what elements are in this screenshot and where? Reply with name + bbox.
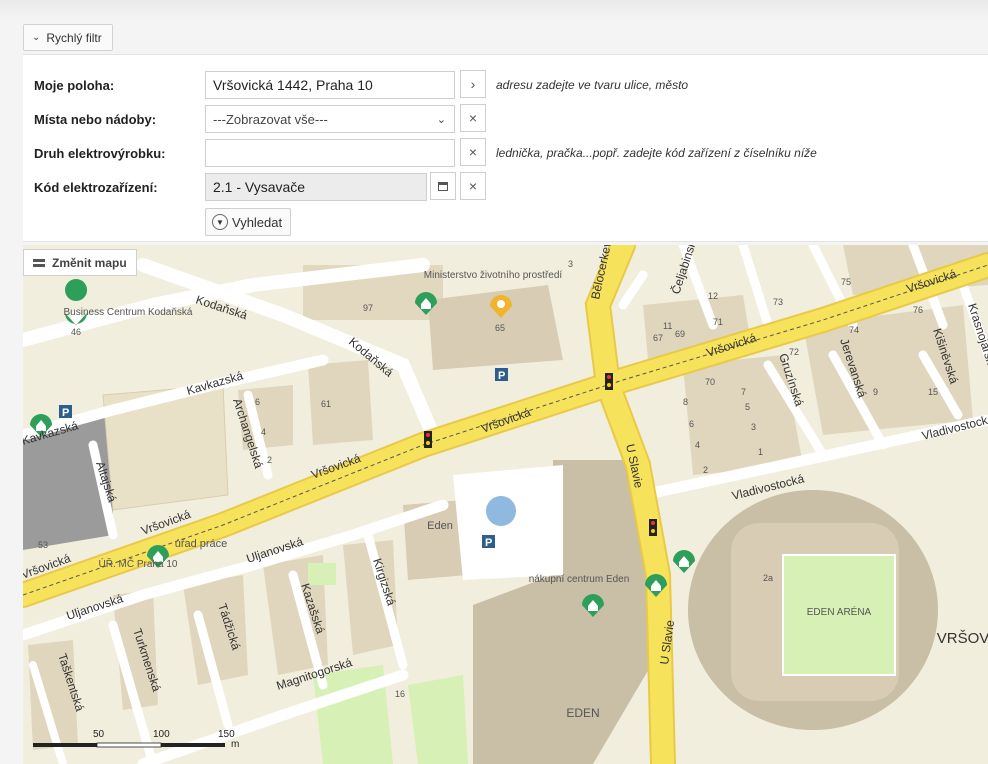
house-number: 7 bbox=[741, 387, 746, 397]
close-icon: × bbox=[468, 144, 478, 160]
house-number: 4 bbox=[695, 440, 700, 450]
place-eden: Eden bbox=[427, 520, 453, 532]
location-label: Moje poloha: bbox=[34, 77, 115, 93]
house-number: 8 bbox=[683, 397, 688, 407]
product-label: Druh elektrovýrobku: bbox=[34, 145, 166, 161]
change-map-label: Změnit mapu bbox=[52, 255, 127, 270]
places-select[interactable]: ---Zobrazovat vše--- ⌄ bbox=[205, 105, 455, 133]
house-number: 3 bbox=[751, 422, 756, 432]
house-number: 6 bbox=[255, 397, 260, 407]
code-value: 2.1 - Vysavače bbox=[213, 179, 306, 195]
svg-text:P: P bbox=[498, 370, 505, 382]
house-number: 72 bbox=[789, 347, 799, 357]
row-code: Kód elektrozařízení: 2.1 - Vysavače × bbox=[23, 172, 988, 202]
product-clear-button[interactable]: × bbox=[460, 138, 486, 166]
chevron-down-icon: ⌄ bbox=[436, 114, 446, 126]
places-clear-button[interactable]: × bbox=[460, 104, 486, 132]
house-number: 6 bbox=[689, 419, 694, 429]
change-map-button[interactable]: Změnit mapu bbox=[23, 249, 137, 276]
filter-panel: Moje poloha: Vršovická 1442, Praha 10 › … bbox=[23, 54, 988, 242]
house-number: 1 bbox=[758, 447, 763, 457]
row-product: Druh elektrovýrobku: × lednička, pračka.… bbox=[23, 138, 988, 168]
house-number: 75 bbox=[841, 277, 851, 287]
house-number: 12 bbox=[708, 291, 718, 301]
house-number: 16 bbox=[395, 689, 405, 699]
places-value: ---Zobrazovat vše--- bbox=[213, 111, 328, 127]
water-pond bbox=[486, 496, 516, 526]
location-go-button[interactable]: › bbox=[460, 70, 486, 98]
quick-filter-label: Rychlý filtr bbox=[46, 30, 102, 45]
quick-filter-toggle[interactable]: ⌄ Rychlý filtr bbox=[23, 24, 113, 51]
layers-icon bbox=[33, 258, 45, 267]
house-number: 53 bbox=[38, 540, 48, 550]
row-places: Místa nebo nádoby: ---Zobrazovat vše--- … bbox=[23, 104, 988, 134]
location-input[interactable]: Vršovická 1442, Praha 10 bbox=[205, 71, 455, 99]
calendar-icon bbox=[438, 181, 448, 191]
row-location: Moje poloha: Vršovická 1442, Praha 10 › … bbox=[23, 70, 988, 100]
house-number: 69 bbox=[675, 329, 685, 339]
house-number: 97 bbox=[363, 303, 373, 313]
house-number: 67 bbox=[653, 333, 663, 343]
map-canvas: P P P Kodaňská Kodaňská Kavkazská Kavkaz… bbox=[23, 245, 988, 764]
house-number: 61 bbox=[321, 399, 331, 409]
chevron-right-icon: › bbox=[470, 76, 476, 92]
code-label: Kód elektrozařízení: bbox=[34, 179, 158, 195]
code-picker-button[interactable] bbox=[430, 172, 456, 200]
svg-text:P: P bbox=[62, 407, 69, 419]
code-clear-button[interactable]: × bbox=[460, 172, 486, 200]
house-number: 11 bbox=[663, 321, 672, 331]
scale-50: 50 bbox=[93, 729, 105, 740]
location-hint: adresu zadejte ve tvaru ulice, město bbox=[496, 78, 689, 92]
place-eden-area: EDEN bbox=[566, 706, 599, 720]
house-number: 3 bbox=[568, 259, 573, 269]
product-input[interactable] bbox=[205, 139, 455, 167]
place-urad-prace: úřad práce bbox=[175, 538, 228, 550]
place-um-praha: ÚŘ. MČ Praha 10 bbox=[99, 557, 178, 570]
house-number: 2a bbox=[763, 573, 773, 583]
house-number: 4 bbox=[261, 427, 266, 437]
house-number: 9 bbox=[873, 387, 878, 397]
house-number: 76 bbox=[913, 305, 923, 315]
search-label: Vyhledat bbox=[232, 214, 283, 230]
house-number: 70 bbox=[705, 377, 715, 387]
location-value: Vršovická 1442, Praha 10 bbox=[213, 77, 373, 93]
chevron-down-icon: ⌄ bbox=[32, 32, 41, 43]
house-number: 74 bbox=[849, 325, 859, 335]
close-icon: × bbox=[468, 110, 478, 126]
code-input[interactable]: 2.1 - Vysavače bbox=[205, 173, 427, 201]
house-number: 15 bbox=[928, 387, 938, 397]
top-bar bbox=[0, 0, 988, 20]
scale-unit: m bbox=[231, 739, 239, 750]
place-eden-arena: EDEN ARÉNA bbox=[807, 605, 872, 618]
svg-text:P: P bbox=[485, 537, 492, 549]
house-number: 46 bbox=[71, 327, 81, 337]
house-number: 5 bbox=[745, 402, 750, 412]
house-number: 71 bbox=[713, 317, 723, 327]
product-hint: lednička, pračka...popř. zadejte kód zař… bbox=[496, 146, 817, 160]
house-number: 65 bbox=[495, 323, 505, 333]
close-icon: × bbox=[468, 178, 478, 194]
house-number: 2 bbox=[703, 465, 708, 475]
place-ministerstvo: Ministerstvo životního prostředí bbox=[424, 270, 563, 281]
map-view[interactable]: P P P Kodaňská Kodaňská Kavkazská Kavkaz… bbox=[23, 245, 988, 764]
place-district: VRŠOV bbox=[937, 630, 988, 647]
filter-icon: ▼ bbox=[212, 214, 228, 230]
house-number: 73 bbox=[773, 297, 783, 307]
scale-100: 100 bbox=[153, 729, 170, 740]
search-button[interactable]: ▼ Vyhledat bbox=[205, 208, 292, 236]
place-business-centrum: Business Centrum Kodaňská bbox=[64, 307, 193, 318]
house-number: 2 bbox=[267, 455, 272, 465]
places-label: Místa nebo nádoby: bbox=[34, 111, 157, 127]
place-nakupni-centrum: nákupní centrum Eden bbox=[529, 574, 630, 585]
